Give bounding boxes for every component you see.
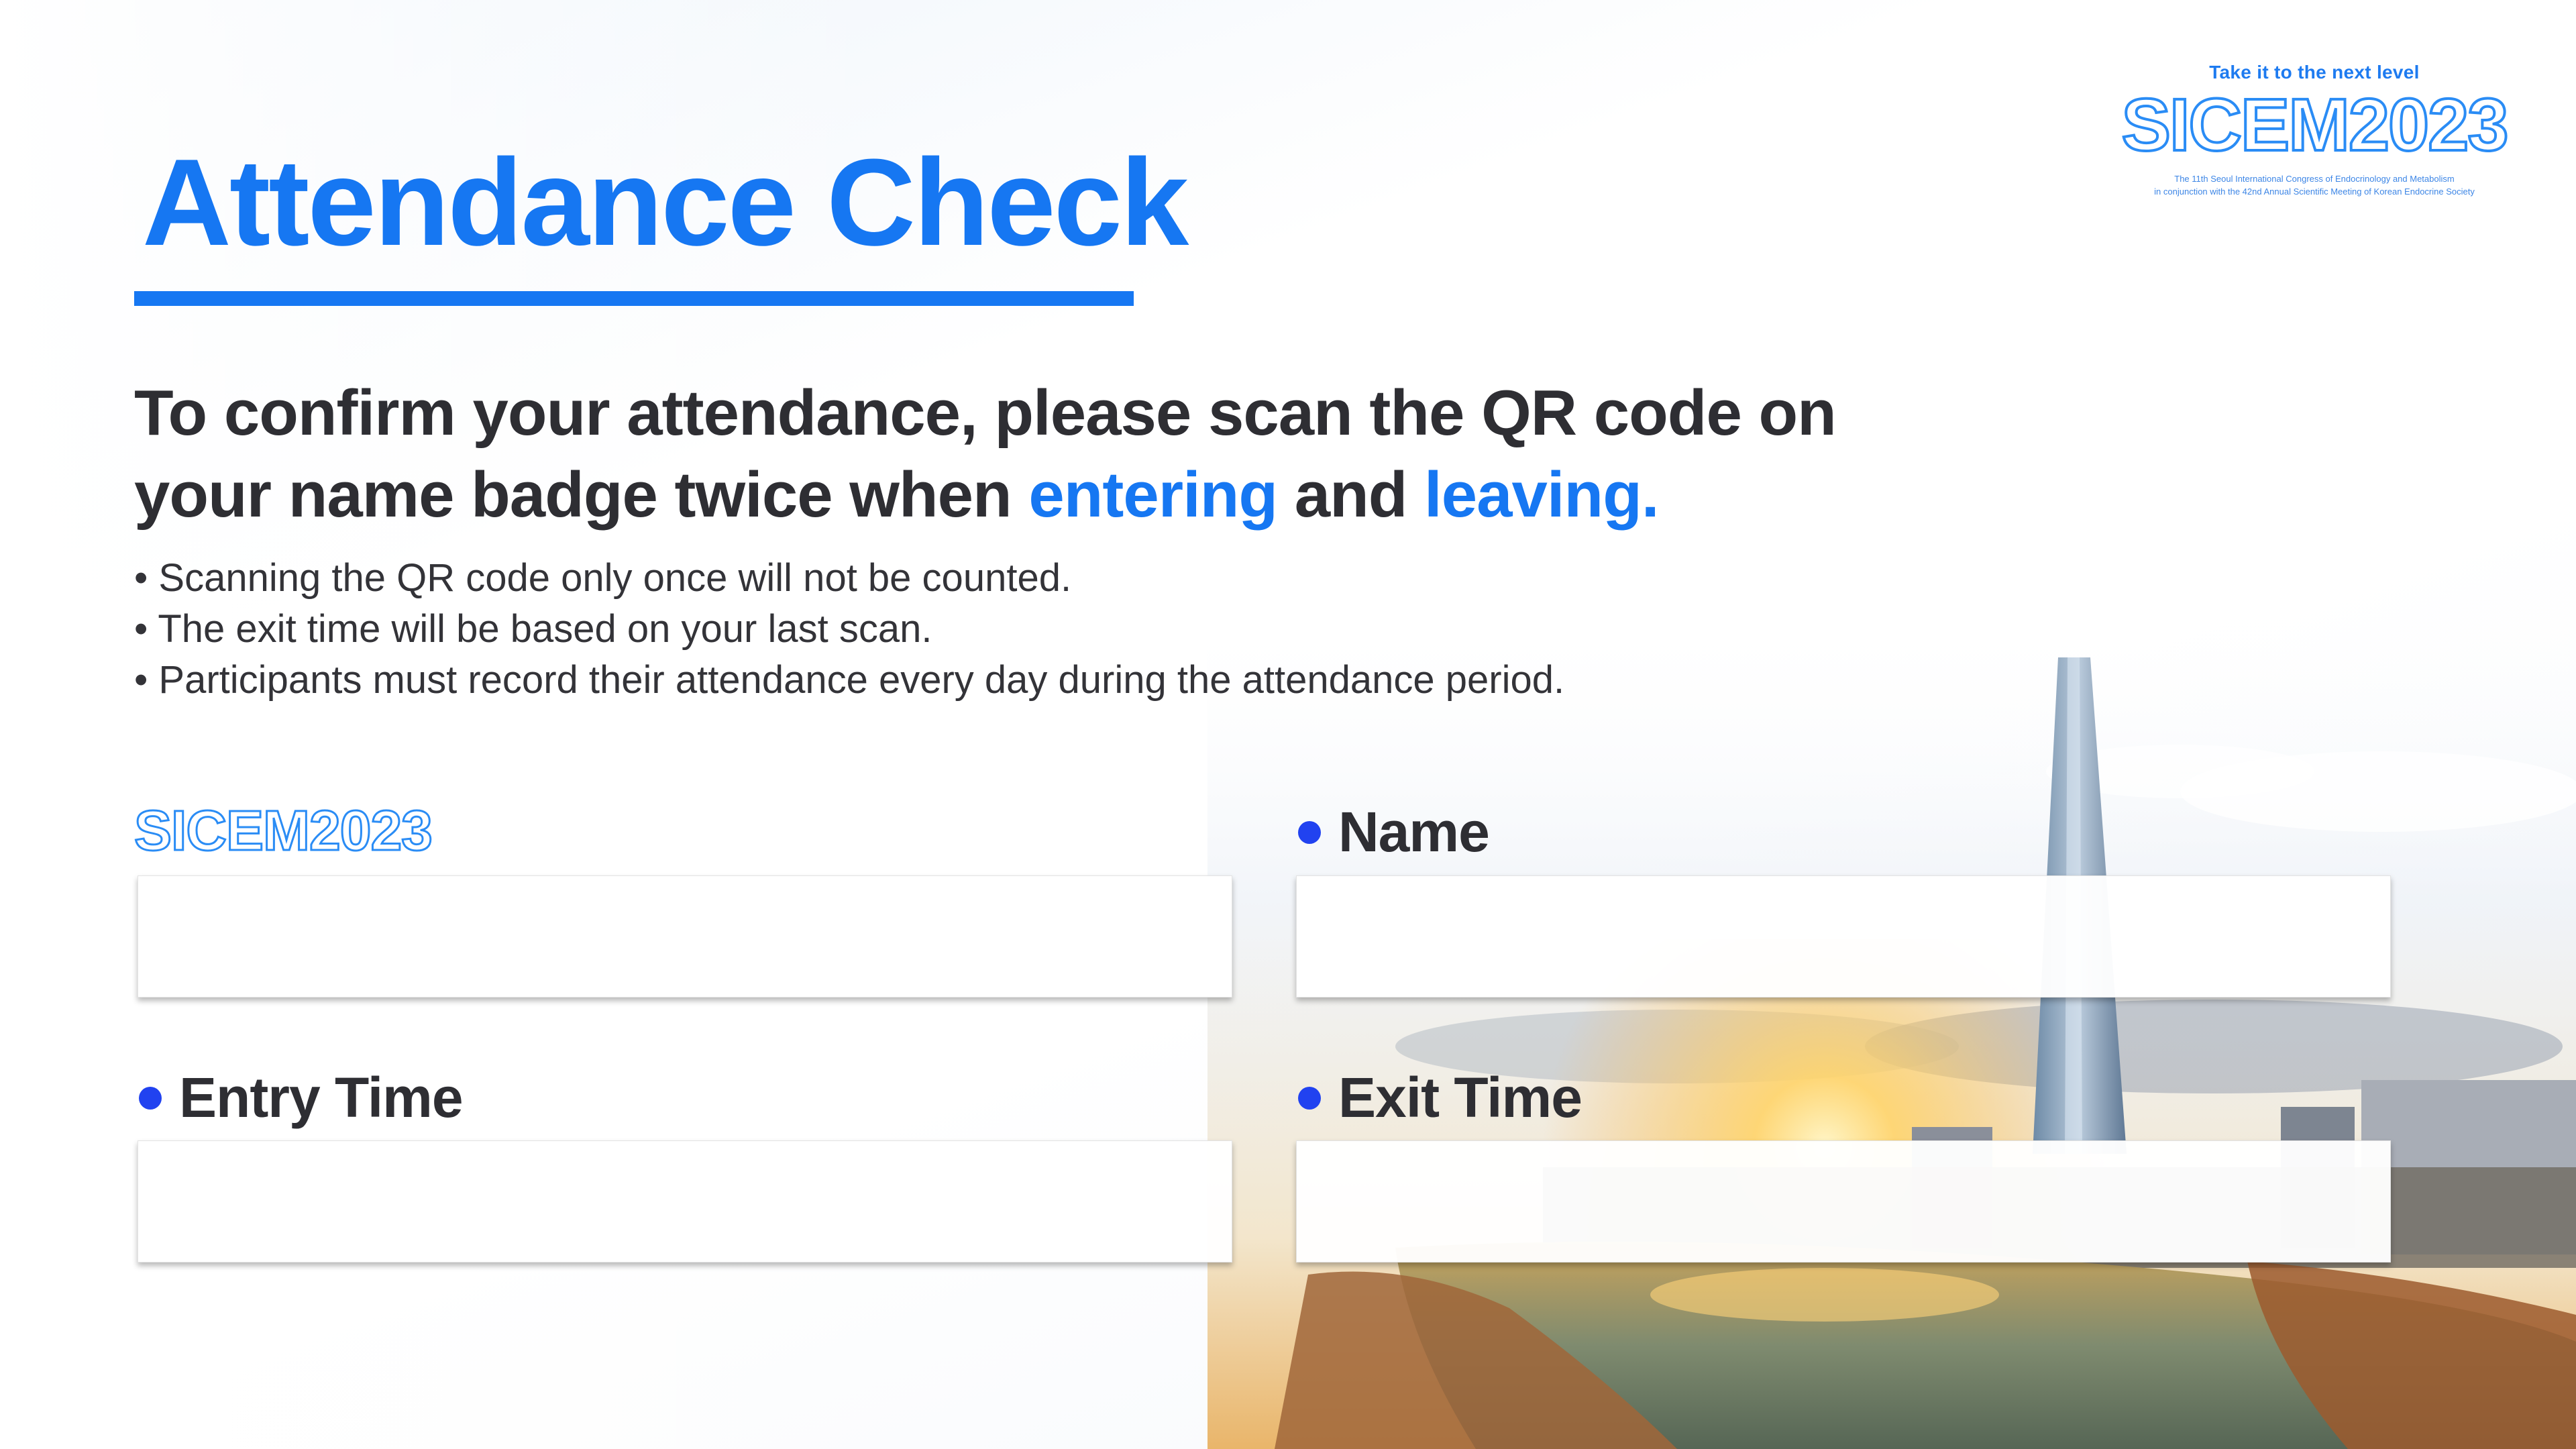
note-item: • Participants must record their attenda… <box>134 658 1565 702</box>
logo-subtitle-line-1: The 11th Seoul International Congress of… <box>2174 174 2455 184</box>
note-item: • The exit time will be based on your la… <box>134 607 932 651</box>
logo-wordmark: SICEM2023 <box>2120 84 2510 166</box>
logo-subtitle: The 11th Seoul International Congress of… <box>2113 173 2516 199</box>
note-item: • Scanning the QR code only once will no… <box>134 556 1072 600</box>
bullet-dot-icon <box>1298 820 1321 844</box>
bullet-dot-icon <box>1298 1086 1321 1110</box>
brand-field-label: SICEM2023 <box>133 799 434 862</box>
instruction-part-2: and <box>1277 459 1425 531</box>
entry-time-field[interactable] <box>138 1140 1232 1263</box>
title-underline <box>134 291 1134 306</box>
logo-tagline: Take it to the next level <box>2209 62 2420 83</box>
entry-time-label-text: Entry Time <box>179 1066 464 1129</box>
entry-time-field-label: Entry Time <box>139 1065 464 1130</box>
instruction-highlight-entering: entering <box>1028 459 1278 531</box>
name-field-label: Name <box>1298 800 1490 865</box>
instruction-highlight-leaving: leaving. <box>1424 459 1659 531</box>
name-label-text: Name <box>1338 800 1490 863</box>
brand-field[interactable] <box>138 875 1232 998</box>
name-field[interactable] <box>1296 875 2391 998</box>
sicem-logo: Take it to the next level SICEM2023 The … <box>2113 62 2516 199</box>
exit-time-field-label: Exit Time <box>1298 1065 1582 1130</box>
exit-time-label-text: Exit Time <box>1338 1066 1582 1129</box>
notes-list: • Scanning the QR code only once will no… <box>134 553 1564 706</box>
bullet-dot-icon <box>139 1086 162 1110</box>
exit-time-field[interactable] <box>1296 1140 2391 1263</box>
page-title: Attendance Check <box>142 133 1189 271</box>
logo-subtitle-line-2: in conjunction with the 42nd Annual Scie… <box>2154 186 2475 197</box>
instruction-text: To confirm your attendance, please scan … <box>134 372 1878 536</box>
